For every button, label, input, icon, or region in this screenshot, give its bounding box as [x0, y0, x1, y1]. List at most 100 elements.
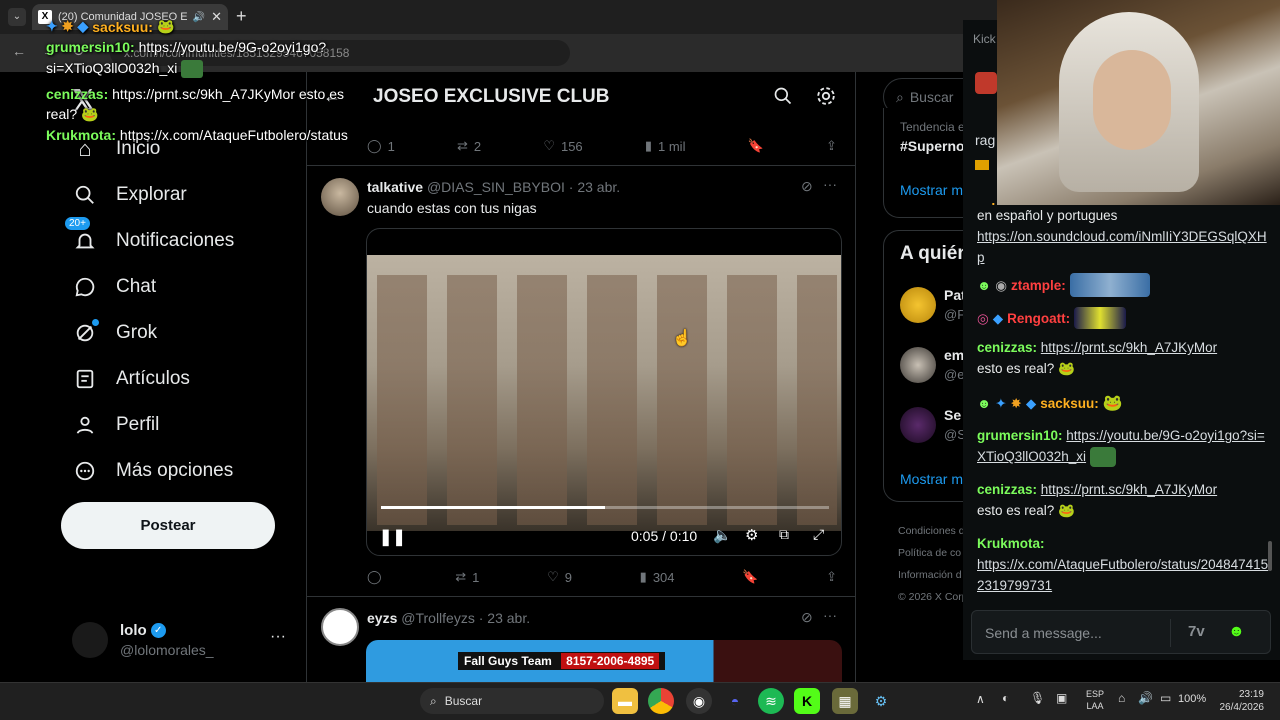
reply-icon: ◯: [367, 138, 382, 153]
post-avatar[interactable]: [321, 608, 359, 646]
show-more-link[interactable]: Mostrar m: [900, 471, 963, 487]
tray-chevron-icon[interactable]: ∧: [976, 692, 985, 706]
footer-links: Condiciones d Política de co Información…: [898, 520, 968, 608]
chat-scrollbar[interactable]: [1268, 541, 1272, 571]
chrome-icon[interactable]: [648, 688, 674, 714]
follow-avatar[interactable]: [900, 407, 936, 443]
clock[interactable]: 23:19 26/4/2026: [1214, 688, 1265, 714]
reply-button[interactable]: ◯ 1: [367, 138, 395, 154]
post-date[interactable]: · 23 abr.: [479, 610, 530, 626]
repost-button[interactable]: ⇄ 2: [457, 138, 481, 154]
footer-link[interactable]: Condiciones d: [898, 520, 968, 542]
chat-username[interactable]: ztample:: [1011, 275, 1066, 296]
trend-tag[interactable]: #Superno: [900, 138, 965, 154]
views-button[interactable]: ▮ 304: [640, 569, 675, 585]
follow-avatar[interactable]: [900, 287, 936, 323]
file-explorer-icon[interactable]: ▬: [612, 688, 638, 714]
chat-username[interactable]: cenizzas:: [977, 482, 1037, 497]
volume-icon[interactable]: 🔈: [713, 526, 732, 544]
repost-button[interactable]: ⇄ 1: [455, 569, 479, 585]
like-button[interactable]: ♡ 156: [543, 138, 582, 154]
emote-picker-icon[interactable]: ☻: [1228, 623, 1245, 641]
pepe-emote-icon: 🐸: [1102, 395, 1123, 412]
share-icon[interactable]: ⇪: [826, 138, 837, 154]
account-more-icon[interactable]: ···: [270, 628, 286, 646]
footer-link[interactable]: Información d: [898, 564, 968, 586]
header-search-icon[interactable]: [773, 86, 793, 111]
chat-link[interactable]: https://on.soundcloud.com/iNmlIiY3DEGSql…: [977, 226, 1269, 268]
chat-username[interactable]: cenizzas:: [977, 340, 1037, 355]
sidebar-item-chat[interactable]: Chat: [72, 267, 156, 307]
share-icon[interactable]: ⇪: [826, 569, 837, 585]
grok-analyze-icon[interactable]: ⊘: [801, 178, 813, 195]
post-author[interactable]: talkative: [367, 179, 423, 195]
battery-icon[interactable]: ▭: [1160, 691, 1171, 705]
post-avatar[interactable]: [321, 178, 359, 216]
chat-link[interactable]: https://prnt.sc/9kh_A7JKyMor: [1041, 340, 1217, 355]
footer-link[interactable]: Política de co: [898, 542, 968, 564]
video-player[interactable]: ❚❚ 0:05 / 0:10 🔈 ⚙ ⧉ ⤢: [366, 228, 842, 556]
video-settings-icon[interactable]: ⚙: [745, 526, 758, 544]
back-icon[interactable]: ←: [12, 43, 26, 59]
chat-username[interactable]: Krukmota:: [977, 533, 1269, 554]
post-more-icon[interactable]: ···: [823, 607, 837, 623]
sidebar-item-articulos[interactable]: Artículos: [72, 359, 190, 399]
post-image[interactable]: Fall Guys Team 8157-2006-4895: [366, 640, 842, 682]
follow-name[interactable]: em: [944, 347, 964, 363]
follow-avatar[interactable]: [900, 347, 936, 383]
volume-icon[interactable]: 🔊: [1138, 691, 1153, 705]
video-progress-track[interactable]: [381, 506, 829, 509]
post-author[interactable]: eyzs: [367, 610, 397, 626]
chat-link[interactable]: https://prnt.sc/9kh_A7JKyMor: [1041, 482, 1217, 497]
bell-icon: 20+: [64, 216, 98, 254]
follow-handle: @e: [944, 367, 965, 382]
network-icon[interactable]: ⌂: [1118, 691, 1125, 705]
app-icon[interactable]: ▦: [832, 688, 858, 714]
bookmark-icon[interactable]: 🔖: [742, 569, 758, 585]
fullscreen-icon[interactable]: ⤢: [813, 526, 824, 543]
tray-device-icon[interactable]: ▣: [1056, 691, 1067, 705]
chat-link[interactable]: https://x.com/AtaqueFutbolero/status/204…: [977, 554, 1269, 596]
sidebar-item-explorar[interactable]: Explorar: [72, 175, 187, 215]
views-button[interactable]: ▮ 1 mil: [645, 138, 686, 154]
post-date[interactable]: · 23 abr.: [569, 179, 620, 195]
sidebar-item-perfil[interactable]: Perfil: [72, 405, 159, 445]
picture-in-picture-icon[interactable]: ⧉: [779, 526, 789, 543]
discord-icon[interactable]: ◓: [722, 688, 748, 714]
tab-list-button[interactable]: ⌄: [8, 8, 26, 26]
like-button[interactable]: ♡ 9: [547, 569, 572, 585]
tray-app-icon[interactable]: ◐: [1002, 691, 1009, 705]
windows-start-icon[interactable]: [388, 691, 408, 711]
chat-username[interactable]: grumersin10:: [977, 428, 1063, 443]
language-indicator[interactable]: ESP LAA: [1086, 688, 1104, 712]
repost-count: 1: [472, 569, 480, 585]
grok-analyze-icon[interactable]: ⊘: [801, 609, 813, 626]
bookmark-icon[interactable]: 🔖: [748, 138, 764, 154]
kick-icon[interactable]: K: [794, 688, 820, 714]
reply-button[interactable]: ◯: [367, 569, 388, 585]
header-settings-gear-icon[interactable]: [815, 85, 837, 112]
post-handle[interactable]: @DIAS_SIN_BBYBOI: [427, 179, 565, 195]
account-switcher[interactable]: lolo ✓ @lolomorales_ ···: [72, 618, 294, 662]
seven-tv-icon[interactable]: 7v: [1188, 623, 1205, 640]
sidebar-item-mas-opciones[interactable]: Más opciones: [72, 451, 233, 491]
post-button[interactable]: Postear: [61, 502, 275, 549]
taskbar-search[interactable]: ⌕ Buscar: [420, 688, 604, 714]
chat-username[interactable]: sacksuu:: [1040, 393, 1099, 414]
post-more-icon[interactable]: ···: [823, 176, 837, 192]
follow-name[interactable]: Se: [944, 407, 961, 423]
articles-icon: [72, 366, 98, 392]
microphone-icon[interactable]: 🎙: [1030, 691, 1045, 705]
emote-image: [1089, 447, 1116, 468]
sidebar-item-grok[interactable]: Grok: [72, 313, 157, 353]
pause-icon[interactable]: ❚❚: [379, 527, 406, 547]
spotify-icon[interactable]: ≋: [758, 688, 784, 714]
steam-icon[interactable]: ⚙: [868, 688, 894, 714]
show-more-link[interactable]: Mostrar m: [900, 182, 963, 198]
chat-icon: [72, 274, 98, 300]
chat-username[interactable]: Rengoatt:: [1007, 308, 1070, 329]
post-handle[interactable]: @Trollfeyzs: [401, 610, 475, 626]
chat-input[interactable]: Send a message... 7v ☻: [971, 610, 1271, 654]
obs-icon[interactable]: ◉: [686, 688, 712, 714]
sidebar-item-notificaciones[interactable]: 20+ Notificaciones: [64, 216, 234, 261]
